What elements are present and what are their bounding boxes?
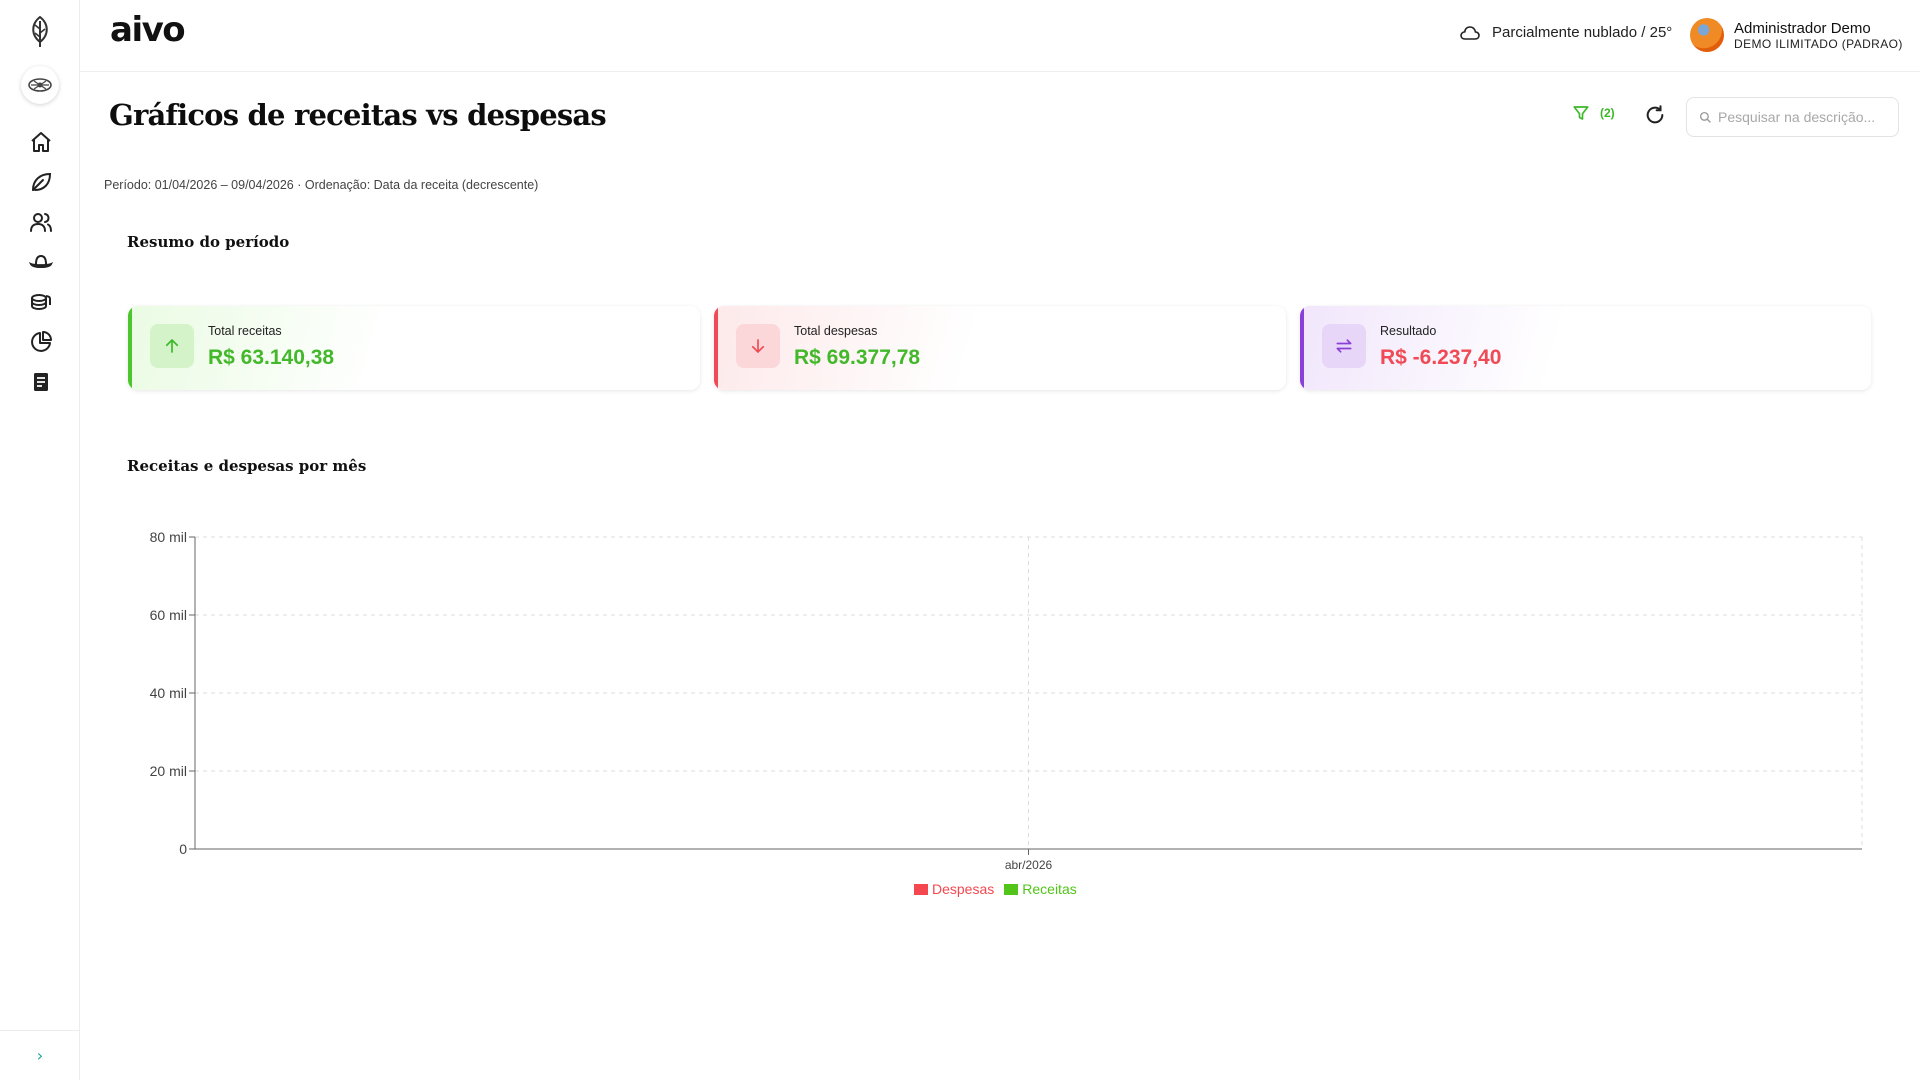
card-label: Total despesas	[794, 324, 878, 338]
sidebar: ›	[0, 0, 80, 1080]
sidebar-item-leaf[interactable]	[28, 169, 54, 195]
legend-item-despesas[interactable]: Despesas	[914, 881, 994, 897]
x-tick-label: abr/2026	[1005, 858, 1053, 872]
y-tick-label: 0	[179, 841, 187, 857]
legend-label-despesas: Despesas	[932, 881, 995, 897]
hat-icon	[29, 254, 53, 268]
refresh-icon	[1646, 105, 1664, 124]
page-title: Gráficos de receitas vs despesas	[109, 98, 607, 132]
legend-swatch-receitas	[1004, 883, 1019, 895]
sidebar-item-report[interactable]	[28, 369, 54, 395]
search-input[interactable]	[1718, 109, 1888, 125]
search-icon	[1699, 111, 1711, 123]
sidebar-item-coins[interactable]	[28, 289, 54, 315]
filter-count: (2)	[1600, 106, 1615, 120]
y-tick-label: 80 mil	[150, 529, 187, 545]
card-icon-box	[150, 324, 194, 368]
legend-swatch-despesas	[914, 883, 928, 895]
pie-chart-icon	[31, 331, 52, 352]
sidebar-item-home[interactable]	[28, 129, 54, 155]
chevron-right-icon: ›	[36, 1046, 44, 1065]
period-line: Período: 01/04/2026 – 09/04/2026 · Orden…	[104, 178, 539, 192]
filter-button[interactable]: (2)	[1572, 104, 1615, 122]
legend-label-receitas: Receitas	[1022, 881, 1077, 897]
chart-title: Receitas e despesas por mês	[127, 457, 367, 475]
app-logo-icon[interactable]	[24, 15, 56, 49]
sidebar-item-hat[interactable]	[28, 249, 54, 275]
top-header: aivo Parcialmente nublado / 25° Administ…	[80, 0, 1920, 72]
card-accent-bar	[714, 306, 718, 390]
card-icon-box	[736, 324, 780, 368]
weather-text: Parcialmente nublado / 25°	[1492, 24, 1673, 41]
users-icon	[30, 213, 52, 232]
chart-svg: 0 20 mil 40 mil 60 mil 80 mil abr/2026	[150, 529, 1863, 872]
y-tick-label: 20 mil	[150, 763, 187, 779]
organization-logo-icon[interactable]	[21, 66, 59, 104]
weather-widget: Parcialmente nublado / 25°	[1460, 24, 1672, 41]
search-box[interactable]	[1686, 97, 1899, 137]
avatar[interactable]	[1690, 18, 1724, 52]
filter-icon	[1573, 106, 1589, 120]
arrow-up-icon	[165, 338, 179, 353]
legend-item-receitas[interactable]: Receitas	[1004, 881, 1077, 897]
brand-logo[interactable]: aivo	[110, 10, 186, 50]
swap-icon	[1336, 339, 1352, 353]
sidebar-expand-button[interactable]: ›	[0, 1030, 80, 1080]
user-role: DEMO ILIMITADO (PADRAO)	[1734, 36, 1903, 51]
income-expense-chart: 0 20 mil 40 mil 60 mil 80 mil abr/2026	[130, 520, 1890, 880]
coins-icon	[31, 294, 51, 311]
leaf-icon	[32, 172, 52, 191]
y-tick-label: 60 mil	[150, 607, 187, 623]
summary-title: Resumo do período	[127, 233, 290, 251]
card-value: R$ 63.140,38	[208, 346, 335, 369]
y-tick-label: 40 mil	[150, 685, 187, 701]
card-value: R$ 69.377,78	[794, 346, 921, 369]
card-total-despesas: Total despesas R$ 69.377,78	[714, 306, 1286, 390]
card-value: R$ -6.237,40	[1380, 346, 1502, 369]
card-resultado: Resultado R$ -6.237,40	[1300, 306, 1871, 390]
user-menu[interactable]: Administrador Demo DEMO ILIMITADO (PADRA…	[1690, 18, 1903, 52]
cloud-icon	[1460, 25, 1480, 40]
arrow-down-icon	[751, 339, 765, 354]
card-total-receitas: Total receitas R$ 63.140,38	[128, 306, 700, 390]
card-label: Total receitas	[208, 324, 282, 338]
refresh-button[interactable]	[1644, 104, 1668, 128]
chart-legend: Despesas Receitas	[914, 881, 1077, 897]
sidebar-item-users[interactable]	[28, 209, 54, 235]
card-icon-box	[1322, 324, 1366, 368]
user-name: Administrador Demo	[1734, 19, 1871, 37]
sidebar-item-pie-chart[interactable]	[28, 329, 54, 355]
card-label: Resultado	[1380, 324, 1437, 338]
card-accent-bar	[128, 306, 132, 390]
report-icon	[34, 373, 48, 391]
card-accent-bar	[1300, 306, 1304, 390]
home-icon	[31, 132, 51, 152]
